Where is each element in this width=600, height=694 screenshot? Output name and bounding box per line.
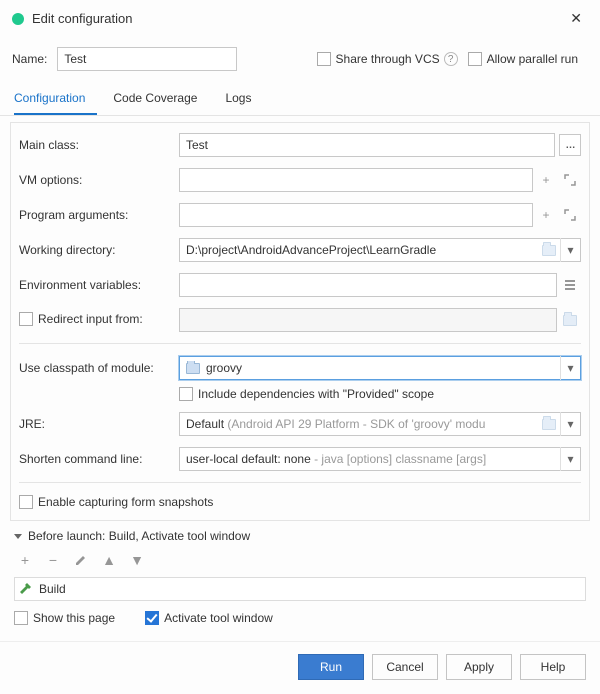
include-provided-checkbox[interactable]: Include dependencies with "Provided" sco… xyxy=(179,387,434,401)
classpath-module-select[interactable]: groovy ▾ xyxy=(179,356,581,380)
add-icon[interactable]: + xyxy=(535,204,557,226)
redirect-input-checkbox[interactable]: Redirect input from: xyxy=(19,312,143,326)
name-label: Name: xyxy=(12,52,47,66)
name-field[interactable] xyxy=(57,47,237,71)
program-args-label: Program arguments: xyxy=(19,208,179,222)
move-down-button[interactable]: ▼ xyxy=(126,549,148,571)
tab-configuration[interactable]: Configuration xyxy=(14,83,97,115)
tab-code-coverage[interactable]: Code Coverage xyxy=(113,83,209,115)
help-icon[interactable]: ? xyxy=(444,52,458,66)
run-button[interactable]: Run xyxy=(298,654,364,680)
share-vcs-checkbox[interactable]: Share through VCS ? xyxy=(317,52,458,66)
folder-icon[interactable] xyxy=(538,239,560,261)
tab-logs[interactable]: Logs xyxy=(225,83,263,115)
allow-parallel-checkbox[interactable]: Allow parallel run xyxy=(468,52,578,66)
chevron-down-icon[interactable]: ▾ xyxy=(560,356,580,380)
working-dir-label: Working directory: xyxy=(19,243,179,257)
help-button[interactable]: Help xyxy=(520,654,586,680)
list-icon[interactable] xyxy=(559,274,581,296)
move-up-button[interactable]: ▲ xyxy=(98,549,120,571)
vm-options-field[interactable] xyxy=(179,168,533,192)
program-args-field[interactable] xyxy=(179,203,533,227)
add-icon[interactable]: + xyxy=(535,169,557,191)
chevron-down-icon[interactable]: ▾ xyxy=(560,238,580,262)
jre-select[interactable]: Default (Android API 29 Platform - SDK o… xyxy=(180,417,536,431)
apply-button[interactable]: Apply xyxy=(446,654,512,680)
chevron-down-icon[interactable]: ▾ xyxy=(560,412,580,436)
jre-label: JRE: xyxy=(19,417,179,431)
activate-tool-window-checkbox[interactable]: Activate tool window xyxy=(145,611,273,625)
folder-icon[interactable] xyxy=(538,413,560,435)
env-vars-label: Environment variables: xyxy=(19,278,179,292)
close-icon[interactable]: ✕ xyxy=(564,8,588,29)
shorten-label: Shorten command line: xyxy=(19,452,179,466)
edit-button[interactable] xyxy=(70,549,92,571)
env-vars-field[interactable] xyxy=(179,273,557,297)
expand-icon[interactable] xyxy=(559,204,581,226)
redirect-input-field xyxy=(179,308,557,332)
folder-icon[interactable] xyxy=(559,309,581,331)
add-button[interactable]: + xyxy=(14,549,36,571)
cancel-button[interactable]: Cancel xyxy=(372,654,438,680)
chevron-down-icon xyxy=(14,534,22,539)
dialog-title: Edit configuration xyxy=(32,11,564,26)
vm-options-label: VM options: xyxy=(19,173,179,187)
remove-button[interactable]: − xyxy=(42,549,64,571)
main-class-field[interactable] xyxy=(179,133,555,157)
chevron-down-icon[interactable]: ▾ xyxy=(560,447,580,471)
expand-icon[interactable] xyxy=(559,169,581,191)
browse-class-button[interactable]: … xyxy=(559,134,581,156)
enable-snapshots-checkbox[interactable]: Enable capturing form snapshots xyxy=(19,495,213,509)
before-launch-header[interactable]: Before launch: Build, Activate tool wind… xyxy=(14,529,586,543)
before-launch-list[interactable]: Build xyxy=(14,577,586,601)
shorten-select[interactable]: user-local default: none - java [options… xyxy=(180,452,560,466)
main-class-label: Main class: xyxy=(19,138,179,152)
show-this-page-checkbox[interactable]: Show this page xyxy=(14,611,115,625)
folder-icon xyxy=(186,363,200,374)
classpath-module-label: Use classpath of module: xyxy=(19,361,179,375)
working-dir-field[interactable]: D:\project\AndroidAdvanceProject\LearnGr… xyxy=(180,243,536,257)
app-icon xyxy=(12,13,24,25)
build-icon xyxy=(19,582,33,596)
